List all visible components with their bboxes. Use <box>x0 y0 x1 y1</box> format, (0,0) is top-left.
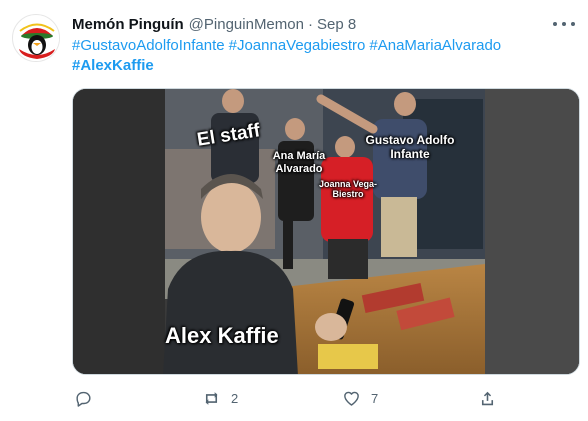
tweet-text: #GustavoAdolfoInfante #JoannaVegabiestro #… <box>72 36 572 76</box>
tweet-media-image[interactable]: El staff Ana María Alvarado Joanna Vega-… <box>72 88 580 375</box>
heart-icon <box>344 391 359 406</box>
caption-alex: Alex Kaffie <box>165 323 279 348</box>
hashtag-link[interactable]: #GustavoAdolfoInfante <box>72 37 225 54</box>
caption-ana-maria: Ana María Alvarado <box>272 150 326 175</box>
user-handle[interactable]: @PinguinMemon <box>189 16 304 33</box>
meme-photo <box>73 89 579 374</box>
hashtag-link[interactable]: #AlexKaffie <box>72 57 154 74</box>
tweet-actions: 2 7 <box>72 386 572 410</box>
penguin-logo <box>14 16 59 61</box>
like-count: 7 <box>371 390 379 406</box>
retweet-button[interactable]: 2 <box>202 386 238 410</box>
display-name[interactable]: Memón Pinguín <box>72 16 184 33</box>
hashtag-link[interactable]: #AnaMariaAlvarado <box>369 37 501 54</box>
reply-icon <box>76 391 91 407</box>
tweet[interactable]: Memón Pinguín @PinguinMemon · Sep 8 #Gus… <box>0 0 588 421</box>
retweet-count: 2 <box>231 390 239 406</box>
caption-gustavo: Gustavo Adolfo Infante <box>365 133 455 161</box>
share-button[interactable] <box>478 386 497 410</box>
retweet-icon <box>205 391 218 405</box>
share-icon <box>481 391 494 405</box>
tweet-header: Memón Pinguín @PinguinMemon · Sep 8 <box>72 13 356 35</box>
like-button[interactable]: 7 <box>342 386 378 410</box>
tweet-date[interactable]: Sep 8 <box>317 16 356 33</box>
reply-button[interactable] <box>74 386 93 410</box>
more-options-icon[interactable] <box>553 16 575 32</box>
separator: · <box>307 15 313 33</box>
avatar[interactable] <box>12 14 60 62</box>
hashtag-link[interactable]: #JoannaVegabiestro <box>229 37 366 54</box>
caption-joanna: Joanna Vega-Biestro <box>318 179 378 200</box>
